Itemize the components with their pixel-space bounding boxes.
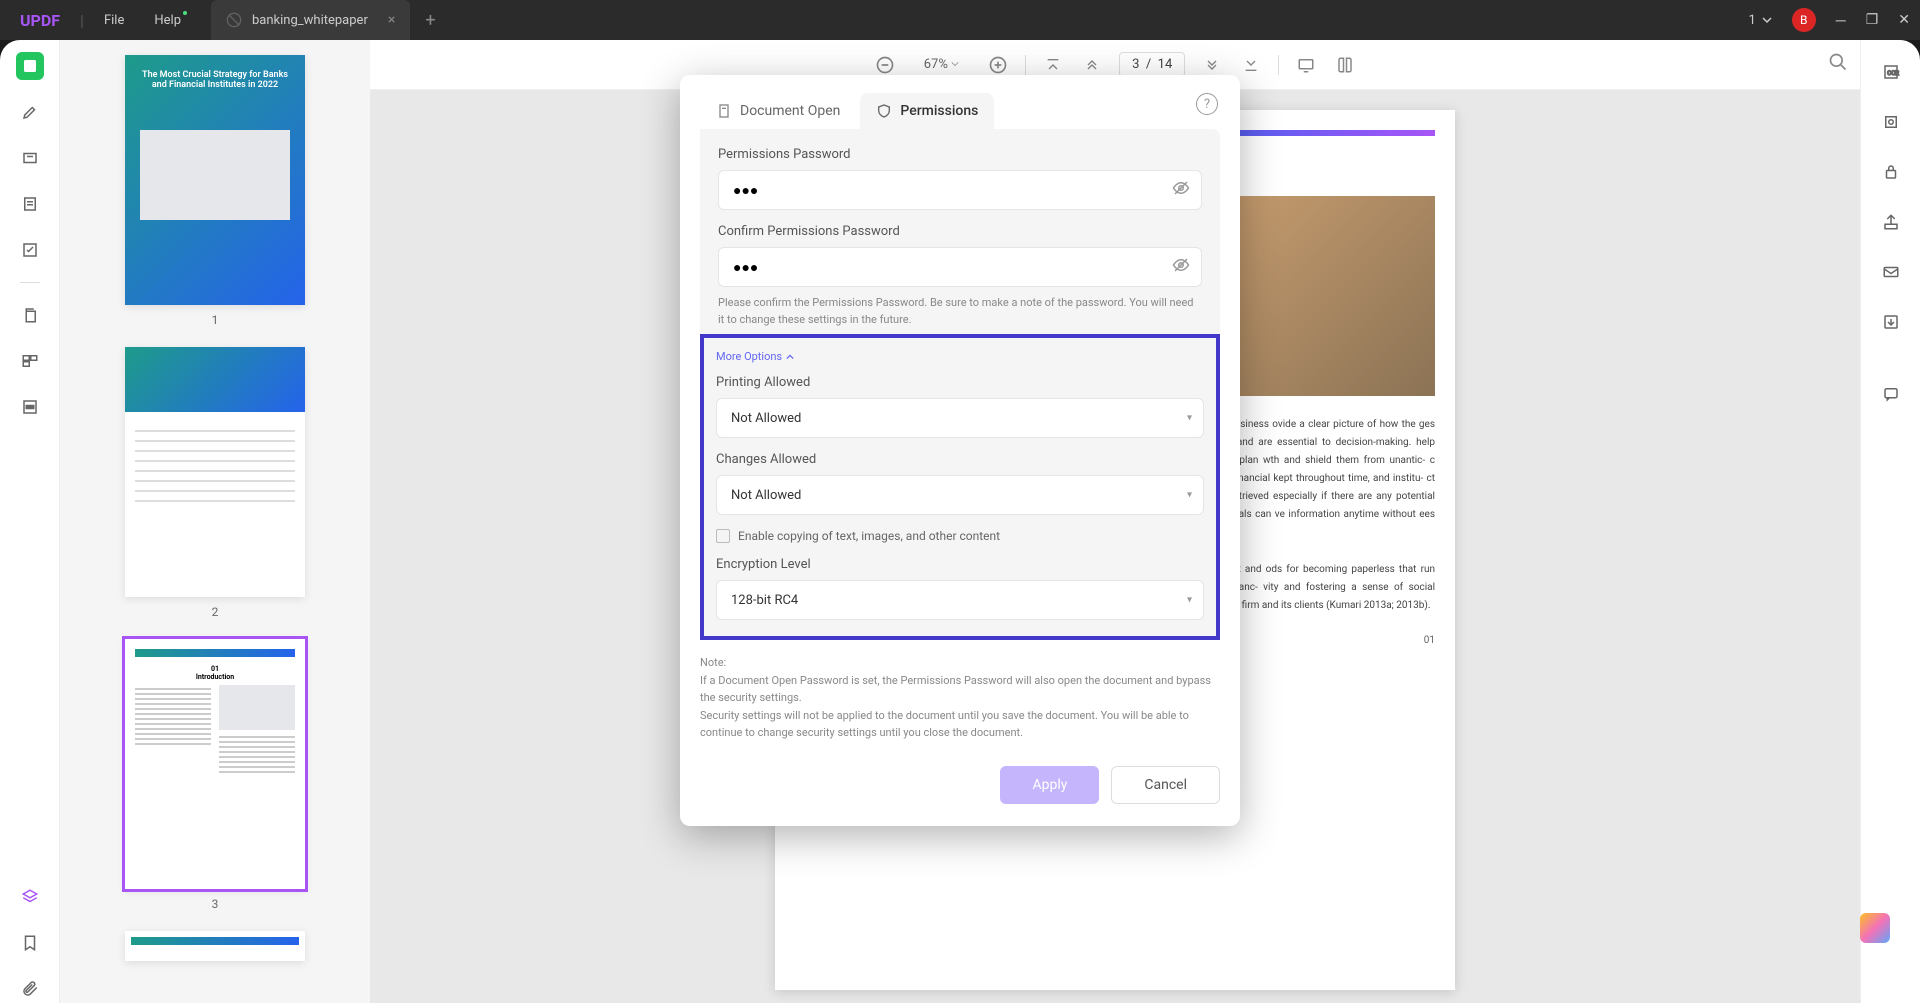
show-password-icon[interactable] xyxy=(1172,179,1190,201)
modal-tabs: Document Open Permissions xyxy=(680,75,1240,129)
document-icon xyxy=(716,103,732,119)
confirm-password-label: Confirm Permissions Password xyxy=(718,224,1202,239)
cancel-button[interactable]: Cancel xyxy=(1111,766,1220,804)
tab-permissions[interactable]: Permissions xyxy=(860,93,994,129)
perm-password-label: Permissions Password xyxy=(718,147,1202,162)
checkbox-icon xyxy=(716,529,730,543)
caret-icon: ▾ xyxy=(1187,413,1192,424)
caret-icon: ▾ xyxy=(1187,595,1192,606)
show-confirm-password-icon[interactable] xyxy=(1172,256,1190,278)
modal-body: Permissions Password Confirm Permissions… xyxy=(700,129,1220,640)
tab-document-open[interactable]: Document Open xyxy=(700,93,856,129)
modal-help-button[interactable]: ? xyxy=(1196,93,1218,115)
encryption-label: Encryption Level xyxy=(716,557,1204,572)
changes-select[interactable]: Not Allowed xyxy=(716,475,1204,515)
confirm-hint: Please confirm the Permissions Password.… xyxy=(718,295,1202,328)
caret-icon: ▾ xyxy=(1187,490,1192,501)
enable-copy-checkbox[interactable]: Enable copying of text, images, and othe… xyxy=(716,529,1204,543)
note-section: Note: If a Document Open Password is set… xyxy=(680,640,1240,756)
shield-icon xyxy=(876,103,892,119)
confirm-password-input[interactable] xyxy=(718,247,1202,287)
modal-overlay: ? Document Open Permissions Permissions … xyxy=(0,0,1920,1003)
printing-select[interactable]: Not Allowed xyxy=(716,398,1204,438)
modal-actions: Apply Cancel xyxy=(680,756,1240,826)
more-options-toggle[interactable]: More Options xyxy=(716,350,1204,363)
printing-label: Printing Allowed xyxy=(716,375,1204,390)
security-modal: ? Document Open Permissions Permissions … xyxy=(680,75,1240,826)
perm-password-input[interactable] xyxy=(718,170,1202,210)
changes-label: Changes Allowed xyxy=(716,452,1204,467)
more-options-section: More Options Printing Allowed Not Allowe… xyxy=(700,334,1220,640)
apply-button[interactable]: Apply xyxy=(1000,766,1099,804)
encryption-select[interactable]: 128-bit RC4 xyxy=(716,580,1204,620)
chevron-up-icon xyxy=(786,353,794,361)
